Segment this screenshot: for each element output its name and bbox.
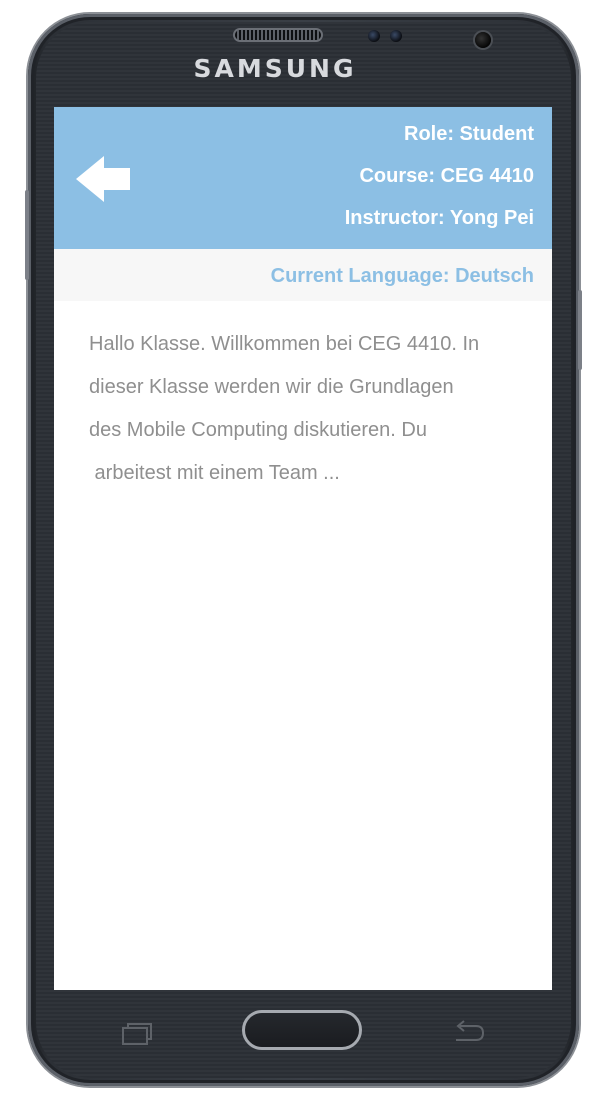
light-sensor <box>390 30 402 42</box>
description-line: Hallo Klasse. Willkommen bei CEG 4410. I… <box>89 333 480 355</box>
earpiece-speaker <box>235 30 321 40</box>
language-bar: Current Language: Deutsch <box>54 249 552 301</box>
brand-logo: SAMSUNG <box>193 54 357 83</box>
course-description: Hallo Klasse. Willkommen bei CEG 4410. I… <box>54 301 552 495</box>
description-line: des Mobile Computing diskutieren. Du <box>89 419 427 441</box>
proximity-sensor <box>368 30 380 42</box>
front-camera <box>475 32 491 48</box>
current-language-label: Current Language: Deutsch <box>270 265 534 287</box>
role-label: Role: Student <box>404 123 534 145</box>
back-key[interactable] <box>450 1020 486 1046</box>
recents-key[interactable] <box>120 1022 154 1046</box>
back-arrow-icon <box>76 156 130 202</box>
description-line: dieser Klasse werden wir die Grundlagen <box>89 376 454 398</box>
course-label: Course: CEG 4410 <box>359 165 534 187</box>
app-header: Role: Student Course: CEG 4410 Instructo… <box>54 107 552 249</box>
back-button[interactable] <box>74 154 132 204</box>
screen: Role: Student Course: CEG 4410 Instructo… <box>54 107 552 990</box>
back-key-icon <box>456 1020 485 1041</box>
recents-icon <box>122 1023 152 1045</box>
home-button[interactable] <box>242 1010 362 1050</box>
course-info: Role: Student Course: CEG 4410 Instructo… <box>345 121 534 247</box>
power-button <box>578 290 582 370</box>
volume-button <box>25 190 29 280</box>
instructor-label: Instructor: Yong Pei <box>344 207 534 229</box>
description-line: arbeitest mit einem Team ... <box>89 462 340 484</box>
